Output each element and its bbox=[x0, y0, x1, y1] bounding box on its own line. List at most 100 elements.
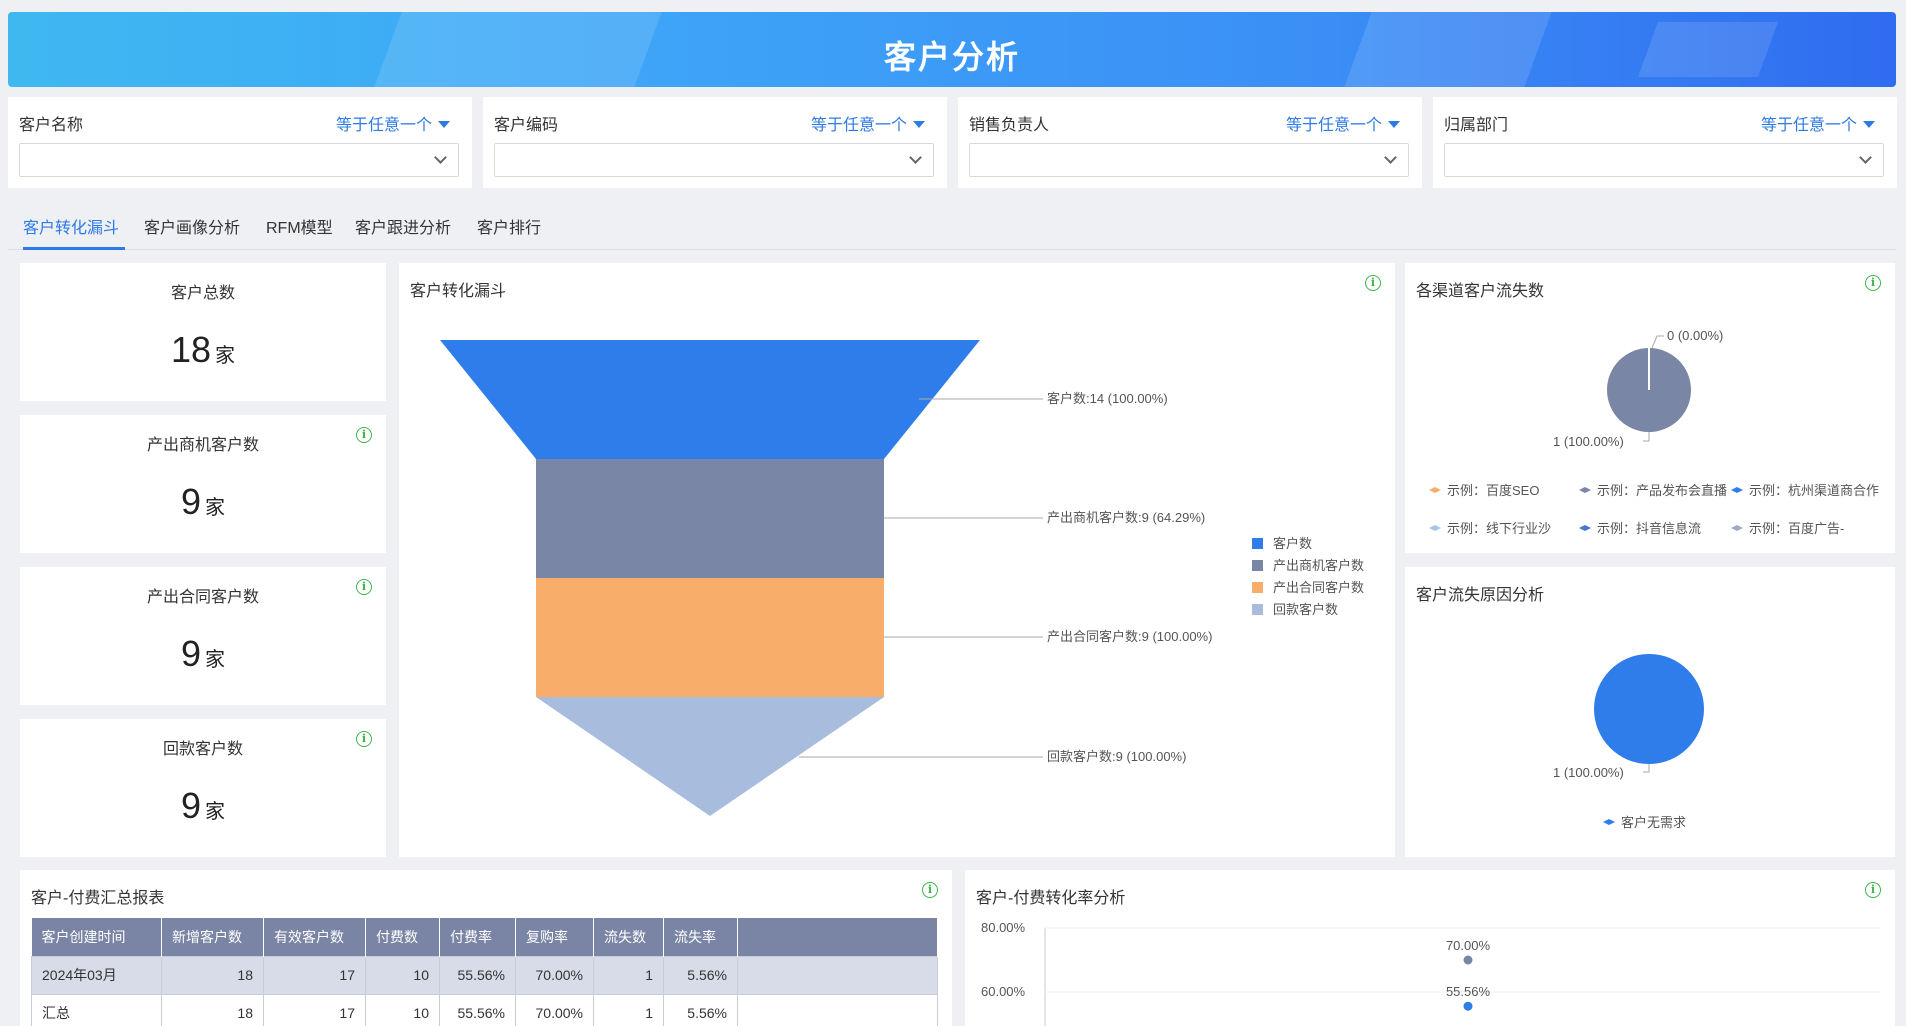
legend-item[interactable]: 示例：百度SEO bbox=[1447, 483, 1539, 498]
table-row-total[interactable]: 汇总 18 17 10 55.56% 70.00% 1 5.56% bbox=[31, 993, 938, 1026]
tab-followup-analysis[interactable]: 客户跟进分析 bbox=[355, 214, 451, 238]
filter-select[interactable] bbox=[494, 143, 934, 177]
legend-item[interactable]: 产出商机客户数 bbox=[1273, 558, 1364, 573]
table-cell: 1 bbox=[593, 955, 664, 995]
table-cell-empty bbox=[737, 993, 938, 1026]
column-header[interactable]: 复购率 bbox=[515, 918, 594, 956]
funnel-segment-contract[interactable] bbox=[536, 578, 884, 697]
funnel-label: 客户数:14 (100.00%) bbox=[1047, 391, 1168, 406]
legend-item[interactable]: 回款客户数 bbox=[1273, 602, 1338, 617]
info-icon[interactable]: i bbox=[356, 579, 372, 595]
conversion-rate-chart: 80.00% 60.00% 70.00% 55.56% bbox=[981, 920, 1880, 1026]
legend-marker bbox=[1429, 487, 1441, 493]
info-icon[interactable]: i bbox=[922, 882, 938, 898]
funnel-segment-customers[interactable] bbox=[440, 340, 980, 459]
table-cell: 17 bbox=[263, 993, 366, 1026]
tab-rfm-model[interactable]: RFM模型 bbox=[266, 214, 333, 238]
kpi-value: 9家 bbox=[180, 633, 226, 674]
column-header[interactable]: 流失率 bbox=[663, 918, 738, 956]
info-icon[interactable]: i bbox=[356, 427, 372, 443]
page-banner: 客户分析 bbox=[8, 12, 1896, 87]
table-row[interactable]: 2024年03月 18 17 10 55.56% 70.00% 1 5.56% bbox=[31, 955, 938, 995]
column-header[interactable]: 流失数 bbox=[593, 918, 664, 956]
funnel-chart: 客户数:14 (100.00%) 产出商机客户数:9 (64.29%) 产出合同… bbox=[440, 340, 1364, 816]
table-cell: 55.56% bbox=[439, 955, 516, 995]
pie-leader-line bbox=[1643, 764, 1650, 773]
filter-operator-dropdown[interactable]: 等于任意一个 bbox=[1761, 111, 1875, 135]
kpi-contract-customers: 产出合同客户数 i 9家 bbox=[20, 567, 386, 705]
column-header[interactable]: 有效客户数 bbox=[263, 918, 366, 956]
legend-item[interactable]: 示例：产品发布会直播 bbox=[1597, 483, 1727, 498]
column-header[interactable]: 付费率 bbox=[439, 918, 516, 956]
page-title: 客户分析 bbox=[883, 39, 1020, 75]
legend-marker bbox=[1603, 819, 1615, 825]
column-header[interactable]: 客户创建时间 bbox=[31, 918, 162, 956]
data-point[interactable] bbox=[1463, 955, 1473, 965]
legend-marker bbox=[1579, 525, 1591, 531]
tab-customer-ranking[interactable]: 客户排行 bbox=[477, 214, 541, 238]
legend-marker bbox=[1731, 487, 1743, 493]
legend-item[interactable]: 产出合同客户数 bbox=[1273, 580, 1364, 595]
filter-label: 客户名称 bbox=[19, 117, 84, 134]
kpi-opportunity-customers: 产出商机客户数 i 9家 bbox=[20, 415, 386, 553]
filter-label: 客户编码 bbox=[494, 117, 559, 134]
filter-operator-dropdown[interactable]: 等于任意一个 bbox=[336, 111, 450, 135]
filter-select[interactable] bbox=[969, 143, 1409, 177]
table-cell-empty bbox=[737, 955, 938, 995]
table-cell: 2024年03月 bbox=[31, 955, 162, 995]
tab-bar: 客户转化漏斗 客户画像分析 RFM模型 客户跟进分析 客户排行 bbox=[8, 200, 1896, 250]
tab-conversion-funnel[interactable]: 客户转化漏斗 bbox=[23, 214, 119, 238]
caret-down-icon bbox=[1388, 121, 1400, 128]
legend-marker bbox=[1429, 525, 1441, 531]
legend-item[interactable]: 示例：百度广告- bbox=[1749, 521, 1844, 536]
legend-item[interactable]: 客户无需求 bbox=[1621, 815, 1686, 830]
tab-customer-profile[interactable]: 客户画像分析 bbox=[144, 214, 240, 238]
pie-label: 1 (100.00%) bbox=[1553, 434, 1624, 449]
kpi-total-customers: 客户总数 18 家 bbox=[20, 263, 386, 401]
column-header[interactable]: 新增客户数 bbox=[161, 918, 264, 956]
table-cell: 70.00% bbox=[515, 955, 594, 995]
channel-loss-pie: 0 (0.00%) 1 (100.00%) 示例：百度SEO 示例：产品发布会直… bbox=[1429, 328, 1879, 536]
legend-marker bbox=[1731, 525, 1743, 531]
pie-label: 1 (100.00%) bbox=[1553, 765, 1624, 780]
legend-item[interactable]: 示例：抖音信息流 bbox=[1597, 521, 1701, 536]
filter-label: 归属部门 bbox=[1444, 117, 1509, 134]
chevron-down-icon bbox=[1859, 151, 1872, 164]
table-cell: 1 bbox=[593, 993, 664, 1026]
legend-swatch bbox=[1252, 582, 1263, 593]
kpi-payment-customers: 回款客户数 i 9家 bbox=[20, 719, 386, 857]
filter-operator-dropdown[interactable]: 等于任意一个 bbox=[811, 111, 925, 135]
table-cell: 55.56% bbox=[439, 993, 516, 1026]
filter-sales-owner: 销售负责人 等于任意一个 bbox=[958, 97, 1422, 188]
funnel-card: 客户转化漏斗 i 客户数:14 (100.00%) 产出商机客户数:9 (64.… bbox=[399, 263, 1395, 857]
column-header[interactable]: 付费数 bbox=[365, 918, 440, 956]
funnel-label: 产出商机客户数:9 (64.29%) bbox=[1047, 510, 1205, 525]
kpi-title: 产出合同客户数 bbox=[146, 589, 259, 606]
filter-label: 销售负责人 bbox=[969, 117, 1050, 134]
chevron-down-icon bbox=[434, 151, 447, 164]
kpi-value: 9家 bbox=[180, 785, 226, 826]
table-cell: 70.00% bbox=[515, 993, 594, 1026]
pie-leader-line bbox=[1651, 335, 1664, 349]
legend-item[interactable]: 客户数 bbox=[1273, 536, 1312, 551]
y-tick-label: 80.00% bbox=[981, 920, 1026, 935]
data-point[interactable] bbox=[1463, 1001, 1473, 1011]
data-label: 70.00% bbox=[1446, 938, 1491, 953]
filter-operator-dropdown[interactable]: 等于任意一个 bbox=[1286, 111, 1400, 135]
conversion-rate-card: 客户-付费转化率分析 i 80.00% 60.00% 70.00% 55.56% bbox=[965, 870, 1895, 1026]
pie-slice[interactable] bbox=[1594, 654, 1704, 764]
pay-summary-table: 客户创建时间 新增客户数 有效客户数 付费数 付费率 复购率 流失数 流失率 2… bbox=[31, 918, 938, 1026]
pay-table-card: 客户-付费汇总报表 i 客户创建时间 新增客户数 有效客户数 付费数 付费率 复… bbox=[20, 870, 952, 1026]
legend-item[interactable]: 示例：线下行业沙 bbox=[1447, 521, 1551, 536]
filter-select[interactable] bbox=[19, 143, 459, 177]
legend-swatch bbox=[1252, 604, 1263, 615]
table-cell: 18 bbox=[161, 955, 264, 995]
table-cell: 18 bbox=[161, 993, 264, 1026]
funnel-segment-opportunity[interactable] bbox=[536, 459, 884, 578]
legend-item[interactable]: 示例：杭州渠道商合作 bbox=[1749, 483, 1879, 498]
chevron-down-icon bbox=[1384, 151, 1397, 164]
info-icon[interactable]: i bbox=[356, 731, 372, 747]
legend-marker bbox=[1579, 487, 1591, 493]
y-tick-label: 60.00% bbox=[981, 984, 1026, 999]
filter-select[interactable] bbox=[1444, 143, 1884, 177]
